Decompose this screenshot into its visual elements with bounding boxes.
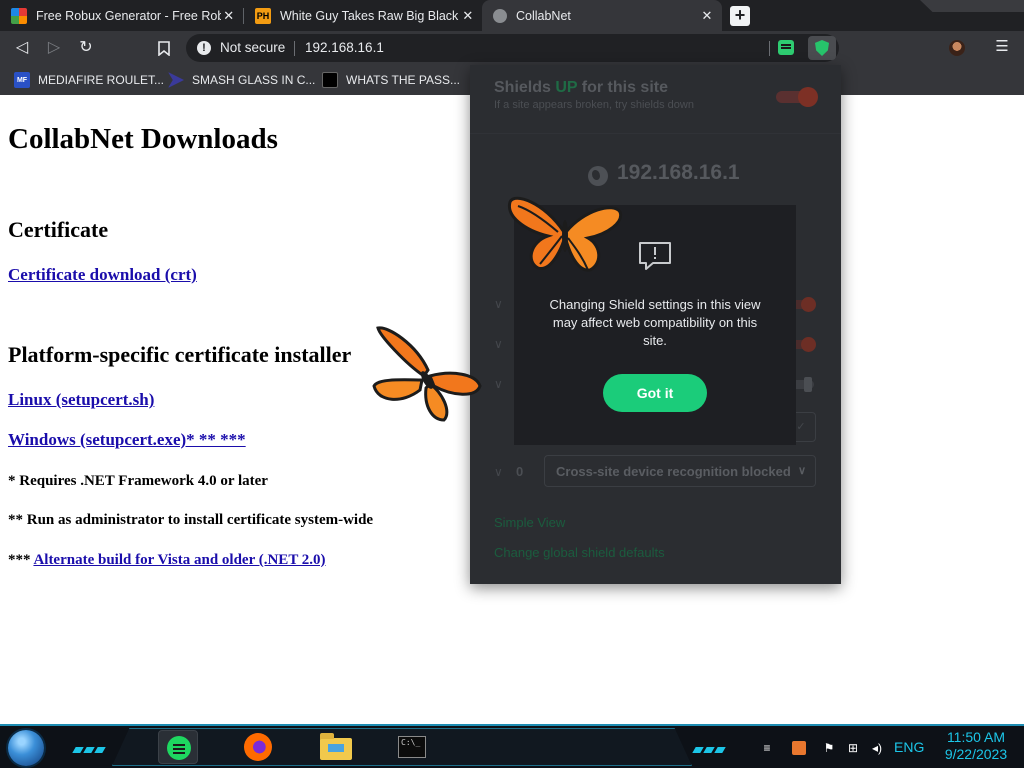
address-divider <box>294 41 295 56</box>
butterfly-image <box>508 196 623 272</box>
globe-icon <box>493 8 507 23</box>
new-tab-button[interactable]: + <box>730 6 750 26</box>
simple-view-link[interactable]: Simple View <box>494 515 565 530</box>
page-title: CollabNet Downloads <box>8 123 278 155</box>
clock-time: 11:50 AM <box>946 729 1006 745</box>
shield-icon <box>815 40 829 56</box>
clock-date: 9/22/2023 <box>944 746 1008 762</box>
reload-icon[interactable]: ↻ <box>76 38 96 58</box>
browser-toolbar: ◁ ▷ ↻ ! Not secure 192.168.16.1 ☰ <box>0 31 1024 65</box>
profile-avatar[interactable] <box>949 40 965 56</box>
bracket-icon <box>168 72 184 88</box>
butterfly-image <box>372 326 482 422</box>
tab-collabnet[interactable]: CollabNet ✕ <box>482 0 722 31</box>
bookmark-label: SMASH GLASS IN C... <box>192 73 316 87</box>
chevron-down-icon[interactable]: ∨ <box>494 465 506 479</box>
ph-icon: PH <box>255 7 271 24</box>
clock[interactable]: 11:50 AM 9/22/2023 <box>936 729 1016 763</box>
section-heading-platform: Platform-specific certificate installer <box>8 342 352 367</box>
command-prompt-glyph: C:\_ <box>398 736 426 758</box>
chevron-down-icon: ∨ <box>797 465 806 477</box>
address-bar[interactable]: ! Not secure 192.168.16.1 <box>186 34 839 62</box>
bookmark-mediafire[interactable]: MF MEDIAFIRE ROULET... <box>14 71 164 89</box>
certificate-download-link[interactable]: Certificate download (crt) <box>8 265 197 285</box>
extension-divider <box>769 41 770 56</box>
url-text[interactable]: 192.168.16.1 <box>305 40 384 55</box>
bookmark-label: MEDIAFIRE ROULET... <box>38 73 165 87</box>
chevron-down-icon[interactable]: ∨ <box>494 337 506 351</box>
notes-icon[interactable] <box>158 730 198 764</box>
shields-site-host: 192.168.16.1 <box>617 161 740 184</box>
network-icon[interactable]: ⊞ <box>846 741 860 755</box>
section-heading-certificate: Certificate <box>8 217 109 242</box>
windows-link[interactable]: Windows (setupcert.exe)* ** *** <box>8 430 246 450</box>
language-indicator[interactable]: ENG <box>894 739 924 755</box>
close-tab-icon[interactable]: ✕ <box>221 8 237 24</box>
note-prefix: *** <box>8 552 31 568</box>
taskbar-decoration <box>692 740 730 753</box>
menu-icon[interactable]: ☰ <box>994 39 1010 55</box>
shields-title-suffix: for this site <box>581 79 668 96</box>
shields-status: UP <box>555 79 578 96</box>
tab-title: CollabNet <box>516 8 571 23</box>
chevron-down-icon[interactable]: ∨ <box>494 297 506 311</box>
note-run-as-admin: ** Run as administrator to install certi… <box>8 512 374 528</box>
volume-icon[interactable]: ◂) <box>870 741 884 755</box>
taskbar-decoration <box>72 740 110 753</box>
bookmark-whats-the-pass[interactable]: WHATS THE PASS... <box>322 71 460 89</box>
tool-icon <box>322 72 338 88</box>
app-tray-icon[interactable] <box>792 741 806 755</box>
dialog-message: Changing Shield settings in this view ma… <box>549 297 761 348</box>
globe-icon <box>588 166 608 186</box>
taskbar: C:\_ ≡ ⚑ ⊞ ◂) ENG 11:50 AM 9/22/2023 <box>0 724 1024 768</box>
tab-free-robux[interactable]: Free Robux Generator - Free Robux ✕ <box>0 0 243 31</box>
tab-title: Free Robux Generator - Free Robux <box>36 8 221 23</box>
chevron-down-icon[interactable]: ∨ <box>494 377 506 391</box>
window-frame-decoration <box>920 0 1024 12</box>
mediafire-icon: MF <box>14 72 30 88</box>
close-tab-icon[interactable]: ✕ <box>698 8 716 24</box>
brave-shields-button[interactable] <box>808 36 836 60</box>
shields-subtitle: If a site appears broken, try shields do… <box>494 99 694 111</box>
got-it-button[interactable]: Got it <box>603 374 707 412</box>
shields-master-toggle[interactable] <box>776 87 818 107</box>
rainbow-icon <box>11 7 27 24</box>
note-alternate-build: *** Alternate build for Vista and older … <box>8 552 326 569</box>
linux-link[interactable]: Linux (setupcert.sh) <box>8 390 154 410</box>
screen: Free Robux Generator - Free Robux ✕ PH W… <box>0 0 1024 768</box>
command-prompt-icon[interactable]: C:\_ <box>392 730 432 764</box>
tab-ph[interactable]: PH White Guy Takes Raw Big Black Co ✕ <box>244 0 482 31</box>
file-explorer-icon[interactable] <box>316 730 356 764</box>
tab-bar: Free Robux Generator - Free Robux ✕ PH W… <box>0 0 1024 31</box>
firefox-icon[interactable] <box>238 730 278 764</box>
bookmark-label: WHATS THE PASS... <box>346 73 461 87</box>
device-recognition-count: 0 <box>516 464 524 479</box>
start-button[interactable] <box>8 730 44 766</box>
tab-title: White Guy Takes Raw Big Black Co <box>280 8 460 23</box>
stacked-lines-icon[interactable]: ≡ <box>760 741 774 755</box>
warning-speech-bubble-icon <box>639 242 671 270</box>
shields-title-prefix: Shields <box>494 79 551 96</box>
shields-title: Shields UP for this site <box>494 79 668 97</box>
forward-icon[interactable]: ▷ <box>44 38 64 58</box>
back-icon[interactable]: ◁ <box>12 38 32 58</box>
security-label[interactable]: Not secure <box>220 40 285 55</box>
close-tab-icon[interactable]: ✕ <box>460 8 476 24</box>
bookmark-icon[interactable] <box>154 38 174 58</box>
flag-icon[interactable]: ⚑ <box>822 741 836 755</box>
notes-extension-icon[interactable] <box>778 40 794 55</box>
info-icon[interactable]: ! <box>197 41 211 55</box>
alternate-build-link[interactable]: Alternate build for Vista and older (.NE… <box>33 552 325 568</box>
device-recognition-select[interactable]: Cross-site device recognition blocked ∨ <box>544 455 816 487</box>
device-recognition-value: Cross-site device recognition blocked <box>556 464 791 479</box>
bookmark-smash-glass[interactable]: SMASH GLASS IN C... <box>168 71 315 89</box>
note-requires-net: * Requires .NET Framework 4.0 or later <box>8 473 268 489</box>
global-defaults-link[interactable]: Change global shield defaults <box>494 545 665 560</box>
shields-divider <box>470 133 841 134</box>
